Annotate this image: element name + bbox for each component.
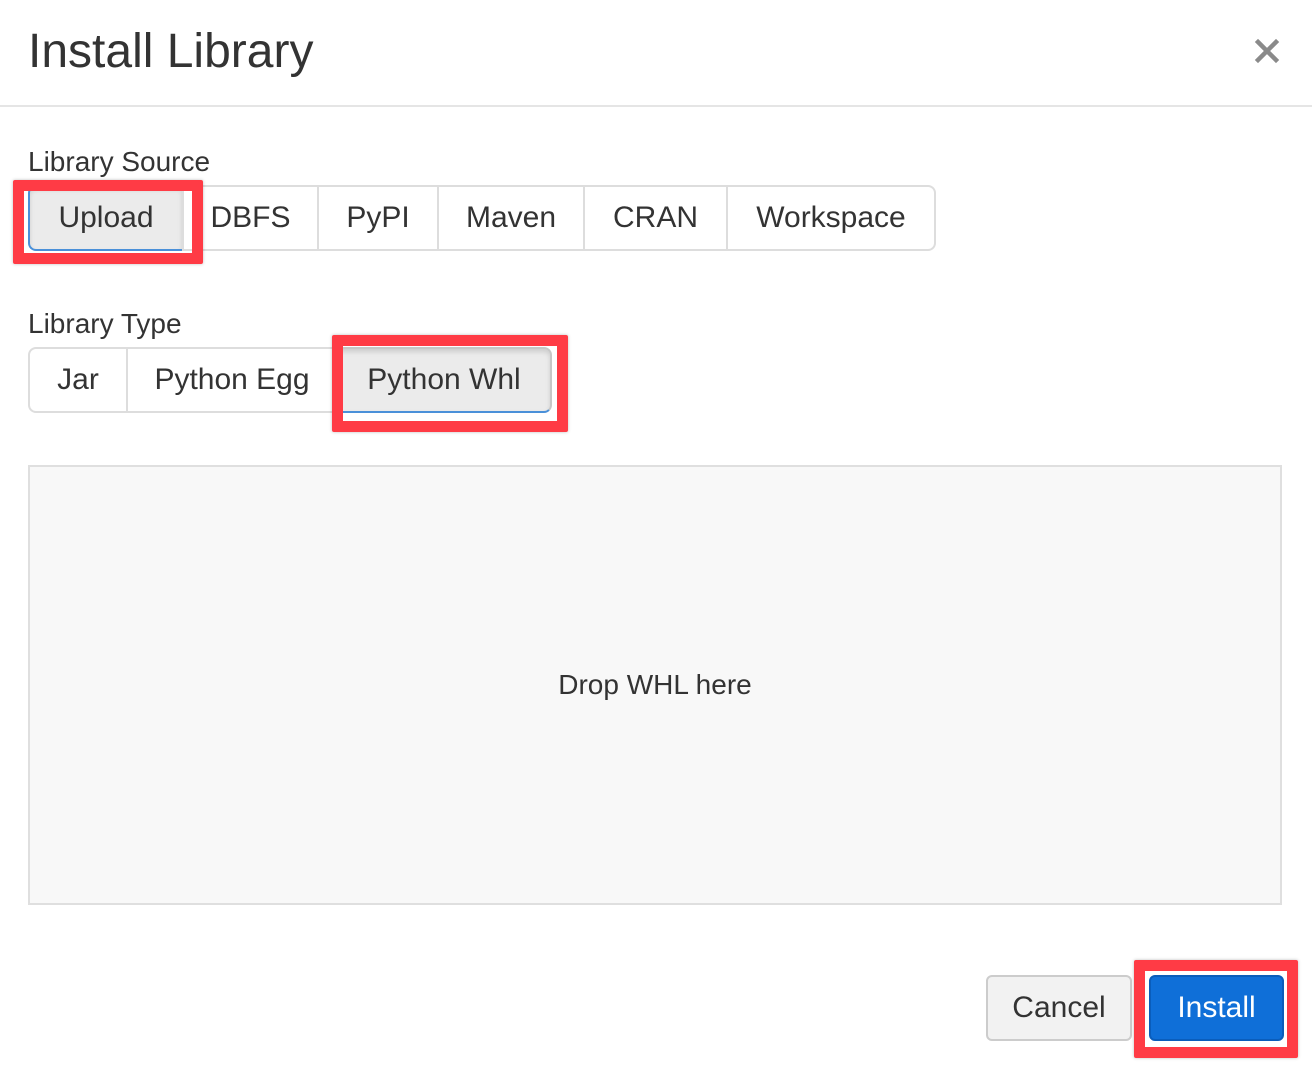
type-python-whl-button[interactable]: Python Whl bbox=[336, 347, 552, 413]
source-dbfs-button[interactable]: DBFS bbox=[182, 185, 319, 251]
source-workspace-button[interactable]: Workspace bbox=[726, 185, 936, 251]
type-jar-button[interactable]: Jar bbox=[28, 347, 128, 413]
install-library-dialog: Install Library Library Source Upload DB… bbox=[0, 0, 1312, 1068]
library-source-label: Library Source bbox=[28, 146, 211, 177]
dialog-title: Install Library bbox=[28, 25, 314, 78]
whl-dropzone[interactable]: Drop WHL here bbox=[28, 465, 1282, 905]
library-type-label: Library Type bbox=[28, 308, 182, 339]
dialog-header: Install Library bbox=[0, 0, 1312, 107]
cancel-button[interactable]: Cancel bbox=[986, 975, 1132, 1041]
source-maven-button[interactable]: Maven bbox=[437, 185, 585, 251]
close-icon bbox=[1254, 38, 1280, 64]
source-upload-button[interactable]: Upload bbox=[28, 185, 184, 251]
source-cran-button[interactable]: CRAN bbox=[583, 185, 728, 251]
dropzone-text: Drop WHL here bbox=[558, 669, 752, 700]
source-pypi-button[interactable]: PyPI bbox=[317, 185, 439, 251]
close-button[interactable] bbox=[1246, 30, 1288, 72]
library-type-group: Jar Python Egg Python Whl bbox=[28, 347, 552, 413]
install-button[interactable]: Install bbox=[1149, 975, 1284, 1041]
type-python-egg-button[interactable]: Python Egg bbox=[126, 347, 338, 413]
library-source-group: Upload DBFS PyPI Maven CRAN Workspace bbox=[28, 185, 936, 251]
